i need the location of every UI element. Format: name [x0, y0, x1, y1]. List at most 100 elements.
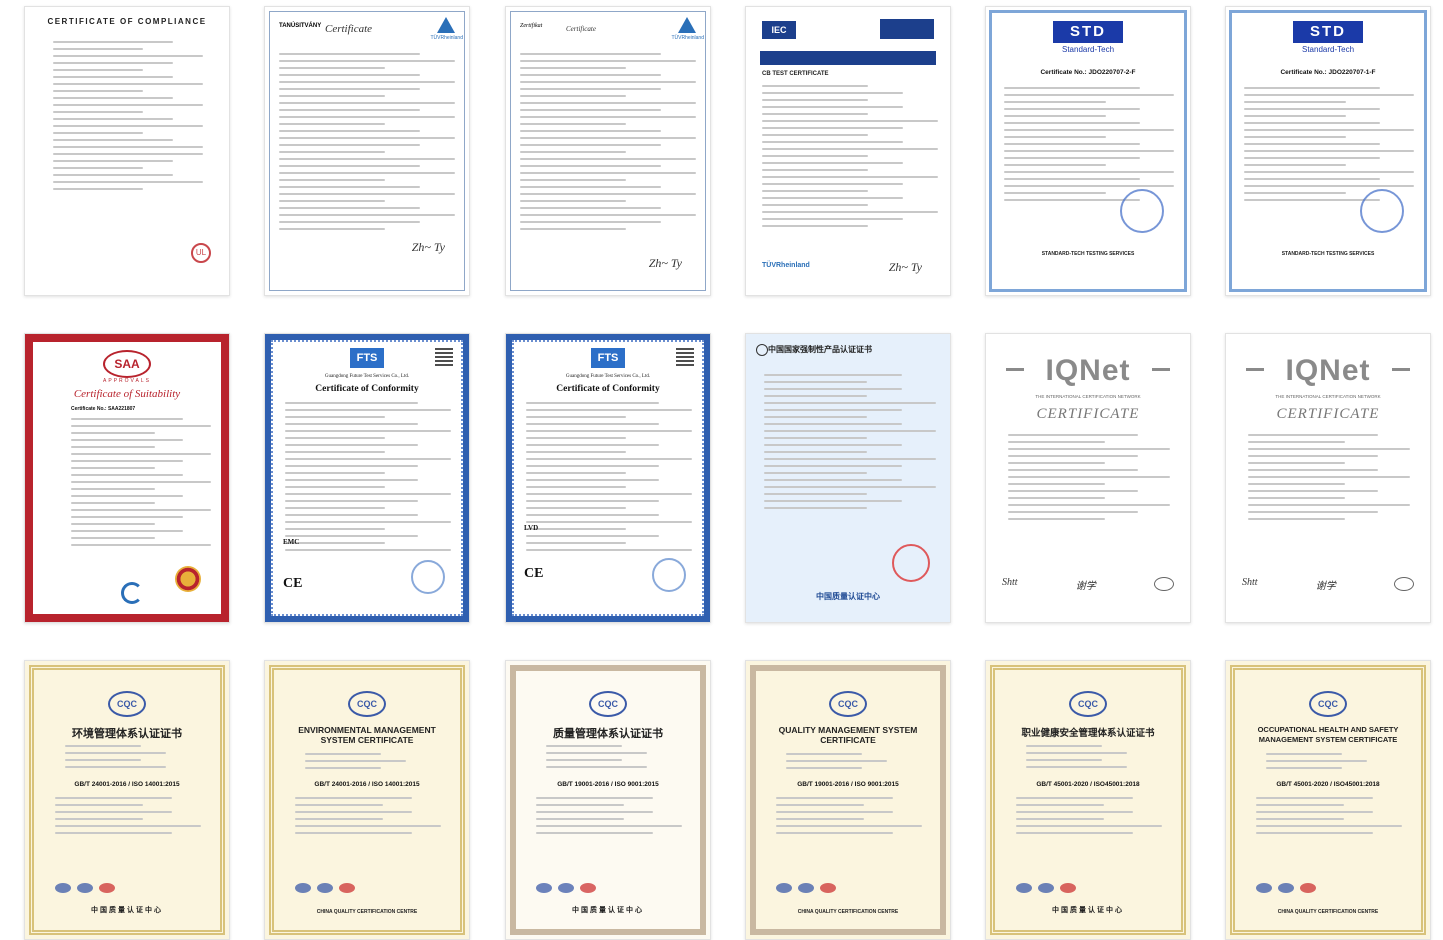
iqnet-subtitle: THE INTERNATIONAL CERTIFICATION NETWORK — [1035, 394, 1141, 399]
tuv-logo-icon — [678, 17, 696, 33]
lvd-label: LVD — [524, 524, 539, 532]
signature: Zh~ Ty — [888, 260, 922, 274]
certificate-body-text — [53, 41, 203, 195]
certificate-thumbnail-cqc-qms-cn[interactable]: CQC 质量管理体系认证证书 GB/T 19001-2016 / ISO 900… — [505, 660, 711, 940]
ce-mark-icon: CE — [283, 576, 303, 591]
certificate-thumbnail-cqc-ohs-cn[interactable]: CQC 职业健康安全管理体系认证证书 GB/T 45001-2020 / ISO… — [985, 660, 1191, 940]
certificate-header-bar — [760, 51, 936, 65]
cnas-logo-icon — [1038, 883, 1054, 893]
certificate-title: ENVIRONMENTAL MANAGEMENT SYSTEM CERTIFIC… — [298, 725, 436, 745]
certificate-body-text — [71, 418, 211, 551]
certificate-title: 环境管理体系认证证书 — [72, 728, 182, 740]
gold-seal-icon — [175, 566, 201, 592]
certificate-body-text — [536, 797, 682, 839]
seal-icon — [580, 883, 596, 893]
certificate-thumbnail-tuv-1[interactable]: TANÚSITVÁNY Certificate TÜVRheinland Zh~… — [264, 6, 470, 296]
certificate-number: Certificate No.: JDO220707-1-F — [1280, 69, 1376, 76]
certificate-title: Certificate — [566, 25, 596, 33]
seal-icon — [99, 883, 115, 893]
certificate-issuer: 中国质量认证中心 — [572, 907, 644, 914]
qr-code-icon — [676, 348, 694, 366]
certificate-body-text — [764, 374, 936, 514]
certificate-title: QUALITY MANAGEMENT SYSTEM CERTIFICATE — [778, 725, 918, 745]
certificate-body-text — [65, 745, 191, 773]
certificate-body-text — [786, 753, 912, 774]
qr-code-icon — [435, 348, 453, 366]
seal-icon — [1060, 883, 1076, 893]
std-logo-icon: STD — [1053, 21, 1123, 43]
certificate-thumbnail-cqc-ems-cn[interactable]: CQC 环境管理体系认证证书 GB/T 24001-2016 / ISO 140… — [24, 660, 230, 940]
cqc-logo-icon: CQC — [108, 691, 146, 717]
certificate-title: Certificate of Suitability — [73, 388, 181, 400]
iec-logo-icon: IEC — [762, 21, 796, 39]
certificate-thumbnail-tuv-2[interactable]: Zertifikat Certificate TÜVRheinland Zh~ … — [505, 6, 711, 296]
certificate-thumbnail-fts-emc[interactable]: FTS Guangdong Future Test Services Co., … — [264, 333, 470, 623]
signature: Shtt — [1002, 577, 1018, 588]
certificate-header-label: Zertifikat — [520, 23, 543, 29]
certificate-stamp — [1360, 189, 1404, 233]
std-logo-icon: STD — [1293, 21, 1363, 43]
certificate-thumbnail-iec-cb[interactable]: IEC CB TEST CERTIFICATE TÜVRheinland Zh~… — [745, 6, 951, 296]
cnas-logo-icon — [1278, 883, 1294, 893]
standard-label: GB/T 24001-2016 / ISO 14001:2015 — [74, 781, 180, 788]
cqc-logo-icon: CQC — [1309, 691, 1347, 717]
certificate-issuer: 中国质量认证中心 — [1052, 907, 1124, 914]
tuv-label: TÜVRheinland — [430, 35, 463, 41]
certificate-thumbnail-cqc-qms-en[interactable]: CQC QUALITY MANAGEMENT SYSTEM CERTIFICAT… — [745, 660, 951, 940]
accreditation-logos — [776, 883, 836, 893]
certificate-issuer: 中国质量认证中心 — [816, 592, 880, 601]
certificate-thumbnail-iqnet-2[interactable]: IQNet THE INTERNATIONAL CERTIFICATION NE… — [1225, 333, 1431, 623]
iaf-logo-icon — [776, 883, 792, 893]
certificate-thumbnail-iqnet-1[interactable]: IQNet THE INTERNATIONAL CERTIFICATION NE… — [985, 333, 1191, 623]
certificate-thumbnail-cqc-ohs-en[interactable]: CQC OCCUPATIONAL HEALTH AND SAFETY MANAG… — [1225, 660, 1431, 940]
std-logo-subtitle: Standard-Tech — [1061, 45, 1115, 54]
ccc-logo-icon — [756, 344, 768, 356]
certificate-title: Certificate of Conformity — [315, 384, 419, 394]
certificate-thumbnail-ul-compliance[interactable]: CERTIFICATE OF COMPLIANCE UL — [24, 6, 230, 296]
certificate-body-text — [762, 85, 938, 232]
certificate-title: CERTIFICATE — [1276, 406, 1380, 422]
iaf-logo-icon — [295, 883, 311, 893]
certificate-thumbnail-std-2[interactable]: STD Standard-Tech Certificate No.: JDO22… — [1225, 6, 1431, 296]
signature: 谢学 — [1315, 581, 1336, 592]
certificate-body-text — [55, 797, 201, 839]
fts-stamp — [411, 560, 445, 594]
cnas-logo-icon — [558, 883, 574, 893]
certificate-thumbnail-saa[interactable]: SAA APPROVALS Certificate of Suitability… — [24, 333, 230, 623]
certificate-thumbnail-ccc[interactable]: 中国国家强制性产品认证证书 中国质量认证中心 — [745, 333, 951, 623]
certificate-body-text — [295, 797, 441, 839]
cqc-logo-icon: CQC — [1069, 691, 1107, 717]
certificate-body-text — [1244, 87, 1414, 206]
certificate-body-text — [1008, 434, 1170, 525]
certificate-title: CB TEST CERTIFICATE — [762, 71, 829, 77]
saa-approvals-label: APPROVALS — [103, 378, 151, 384]
certificate-body-text — [1266, 753, 1392, 774]
certificate-title: Certificate of Conformity — [556, 384, 660, 394]
certificate-number: Certificate No.: SAA221807 — [71, 406, 136, 412]
signature: Shtt — [1242, 577, 1258, 588]
cqc-logo-icon: CQC — [348, 691, 386, 717]
certificate-title: Certificate — [325, 23, 373, 35]
certificate-body-text — [1248, 434, 1410, 525]
emc-label: EMC — [283, 538, 300, 546]
certificate-thumbnail-fts-lvd[interactable]: FTS Guangdong Future Test Services Co., … — [505, 333, 711, 623]
certificate-body-text — [1256, 797, 1402, 839]
iaf-logo-icon — [1256, 883, 1272, 893]
certificate-thumbnail-cqc-ems-en[interactable]: CQC ENVIRONMENTAL MANAGEMENT SYSTEM CERT… — [264, 660, 470, 940]
fts-logo-icon: FTS — [350, 348, 384, 368]
certificate-issuer: CHINA QUALITY CERTIFICATION CENTRE — [1277, 909, 1379, 915]
certificate-title: OCCUPATIONAL HEALTH AND SAFETY MANAGEMEN… — [1257, 725, 1399, 744]
saa-logo-icon: SAA — [103, 350, 151, 378]
certificate-thumbnail-std-1[interactable]: STD Standard-Tech Certificate No.: JDO22… — [985, 6, 1191, 296]
red-seal-icon — [892, 544, 930, 582]
accreditation-logos — [1256, 883, 1316, 893]
certificate-body-text — [546, 745, 672, 773]
certificate-title: 质量管理体系认证证书 — [553, 728, 663, 740]
cqc-logo-icon — [1394, 577, 1414, 591]
iqnet-subtitle: THE INTERNATIONAL CERTIFICATION NETWORK — [1275, 394, 1381, 399]
certificate-title: 职业健康安全管理体系认证证书 — [1021, 728, 1155, 739]
certificate-issuer: CHINA QUALITY CERTIFICATION CENTRE — [316, 909, 418, 915]
std-logo-subtitle: Standard-Tech — [1301, 45, 1355, 54]
certificate-number: Certificate No.: JDO220707-2-F — [1040, 69, 1136, 76]
iqnet-logo-icon: IQNet — [1285, 354, 1371, 387]
